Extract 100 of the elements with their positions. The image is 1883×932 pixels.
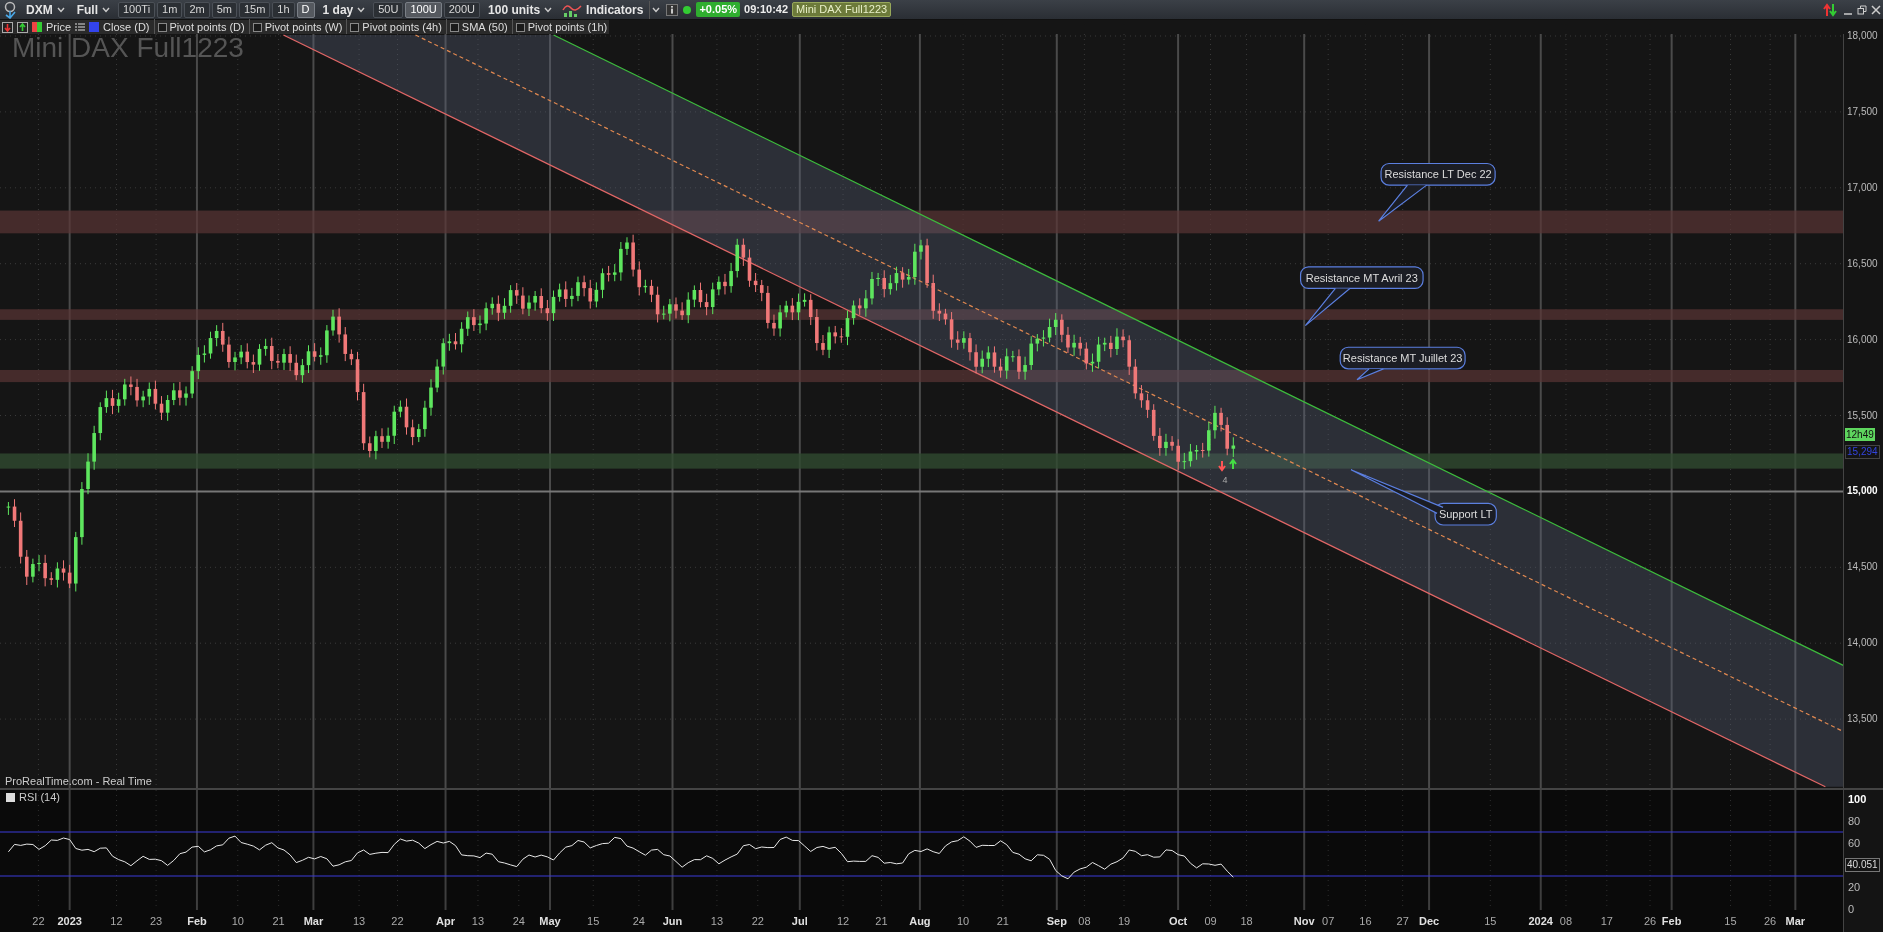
date-tick-label: 21 xyxy=(272,915,285,927)
date-tick-label: 16 xyxy=(1359,915,1372,927)
date-tick-label: 19 xyxy=(1117,915,1131,927)
date-tick-label: 22 xyxy=(391,915,404,927)
date-tick-label: 07 xyxy=(1322,915,1335,927)
date-tick-label: Feb xyxy=(1661,915,1682,927)
signal-count: 4 xyxy=(1222,475,1228,485)
list-icon[interactable] xyxy=(75,22,86,32)
price-tick-label: 14,500 xyxy=(1847,560,1878,575)
checkbox[interactable] xyxy=(157,22,167,32)
price-tick-label: 14,000 xyxy=(1847,636,1878,651)
checkbox[interactable] xyxy=(515,22,525,32)
interval-button[interactable]: 100Ti xyxy=(118,1,156,18)
checkbox[interactable] xyxy=(350,22,360,32)
callout-label: Support LT xyxy=(1438,508,1493,521)
date-tick-label: 2024 xyxy=(1528,915,1553,927)
date-tick-label: 21 xyxy=(996,915,1009,927)
rsi-tick-label: 20 xyxy=(1848,880,1861,894)
instrument-badge: Mini DAX Full1223 xyxy=(792,2,892,17)
date-tick-label: Aug xyxy=(909,915,931,927)
indicators-button[interactable]: Indicators xyxy=(560,0,646,19)
period-dropdown[interactable]: 1 day xyxy=(318,0,370,19)
interval-button[interactable]: 5m xyxy=(211,1,237,18)
interval-button[interactable]: 2m xyxy=(184,1,210,18)
date-tick-label: Feb xyxy=(187,915,207,927)
date-tick-label: 13 xyxy=(710,915,724,927)
date-tick-label: Oct xyxy=(1168,915,1188,927)
date-tick-label: Nov xyxy=(1293,915,1315,927)
change-badge: +0.05% xyxy=(696,2,741,17)
date-tick-label: 24 xyxy=(512,915,525,927)
close-icon[interactable] xyxy=(1871,4,1881,15)
date-tick-label: 08 xyxy=(1078,915,1091,927)
units-dropdown[interactable]: 100 units xyxy=(484,0,557,19)
rsi-tick-label: 80 xyxy=(1848,814,1861,828)
callout-label: Resistance LT Dec 22 xyxy=(1384,168,1492,181)
interval-button[interactable]: 15m xyxy=(238,1,271,18)
restore-icon[interactable] xyxy=(1857,4,1867,15)
units-button[interactable]: 50U xyxy=(373,1,404,18)
interval-button[interactable]: D xyxy=(296,1,315,18)
rsi-tick-label: 60 xyxy=(1848,836,1861,850)
date-tick-label: Dec xyxy=(1419,915,1440,927)
legend-label: Close (D) xyxy=(103,19,150,35)
date-tick-label: 08 xyxy=(1559,915,1573,927)
date-tick-label: 2023 xyxy=(57,915,82,927)
data-source-label: ProRealTime.com - Real Time xyxy=(5,775,152,787)
date-tick-label: Mar xyxy=(303,915,324,927)
buy-arrow-icon[interactable] xyxy=(17,21,28,33)
date-tick-label: 23 xyxy=(150,915,163,927)
date-tick-label: 27 xyxy=(1396,915,1409,927)
date-tick-label: 10 xyxy=(957,915,970,927)
price-color-icon xyxy=(32,22,42,32)
date-tick-label: 18 xyxy=(1240,915,1253,927)
view-dropdown[interactable]: Full xyxy=(72,0,114,19)
units-button[interactable]: 200U xyxy=(443,1,481,18)
checkbox[interactable] xyxy=(449,22,459,32)
date-tick-label: 22 xyxy=(751,915,764,927)
date-tick-label: Jul xyxy=(791,915,808,927)
countdown-badge: 12h49 xyxy=(1845,427,1875,441)
date-tick-label: 12 xyxy=(836,915,850,927)
caret-icon xyxy=(652,6,661,13)
signal-arrows-icon xyxy=(1218,458,1237,472)
date-tick-label: 15 xyxy=(587,915,600,927)
callout-label: Resistance MT Avril 23 xyxy=(1305,271,1418,284)
interval-button[interactable]: 1m xyxy=(157,1,183,18)
sell-arrow-icon[interactable] xyxy=(2,21,13,33)
status-dot-icon xyxy=(682,4,693,15)
rsi-tick-label: 100 xyxy=(1848,792,1867,806)
price-tick-label: 15,500 xyxy=(1847,408,1878,423)
date-tick-label: 17 xyxy=(1600,915,1613,927)
symbol-dropdown[interactable]: DXM xyxy=(22,0,69,19)
chart-title: Mini DAX Full1223 xyxy=(12,34,244,63)
rsi-value-label: 40.051 xyxy=(1845,858,1880,872)
date-tick-label: 21 xyxy=(875,915,888,927)
date-tick-label: 09 xyxy=(1204,915,1217,927)
price-tick-label: 13,500 xyxy=(1847,712,1878,727)
price-tick-label: 16,000 xyxy=(1847,332,1878,347)
units-button[interactable]: 100U xyxy=(405,1,442,18)
info-icon[interactable] xyxy=(666,3,679,16)
date-tick-label: 10 xyxy=(231,915,244,927)
date-tick-label: 12 xyxy=(110,915,123,927)
date-tick-label: 15 xyxy=(1724,915,1737,927)
legend-label: Price xyxy=(46,19,72,35)
caret-icon xyxy=(357,6,366,13)
date-tick-label: Sep xyxy=(1046,915,1067,927)
price-tick-label: 15,000 xyxy=(1847,484,1878,499)
rsi-title: RSI (14) xyxy=(19,791,60,803)
date-tick-label: 24 xyxy=(632,915,645,927)
price-tick-label: 17,000 xyxy=(1847,180,1878,195)
date-tick-label: 15 xyxy=(1484,915,1497,927)
interval-button[interactable]: 1h xyxy=(272,1,295,18)
rsi-tick-label: 0 xyxy=(1848,902,1855,916)
date-tick-label: 13 xyxy=(471,915,485,927)
caret-icon xyxy=(56,6,65,13)
date-tick-label: 22 xyxy=(32,915,45,927)
date-tick-label: 13 xyxy=(352,915,366,927)
price-tick-label: 18,000 xyxy=(1847,29,1878,43)
clock-time: 09:10:42 xyxy=(744,2,789,18)
date-tick-label: 26 xyxy=(1643,915,1657,927)
checkbox[interactable] xyxy=(252,22,262,32)
caret-icon xyxy=(102,6,110,13)
